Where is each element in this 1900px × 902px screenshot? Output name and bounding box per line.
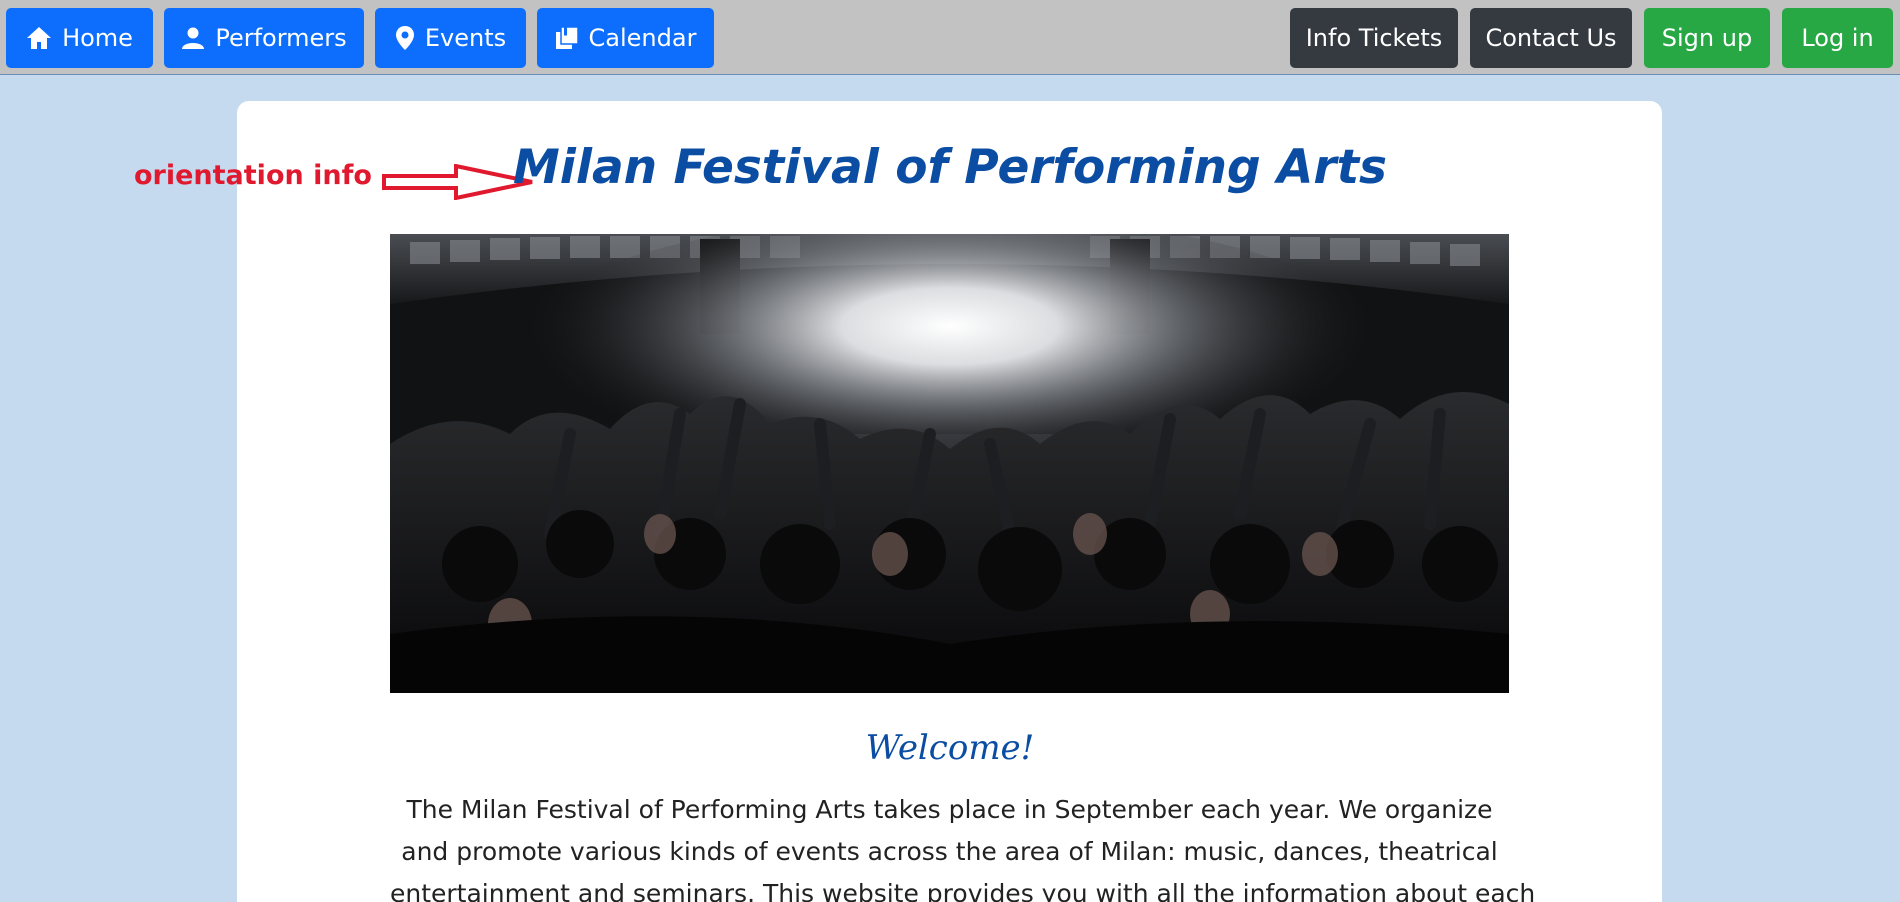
intro-line: and promote various kinds of events acro… [401, 837, 1498, 866]
person-icon [181, 26, 205, 50]
log-in-button[interactable]: Log in [1782, 8, 1893, 68]
home-icon [26, 26, 52, 50]
sign-up-label: Sign up [1661, 24, 1753, 52]
contact-us-button[interactable]: Contact Us [1470, 8, 1632, 68]
sign-up-button[interactable]: Sign up [1644, 8, 1770, 68]
top-navbar: Home Performers Events Calendar Info Tic… [0, 0, 1900, 75]
hero-image [390, 234, 1509, 693]
info-tickets-label: Info Tickets [1305, 24, 1443, 52]
contact-us-label: Contact Us [1485, 24, 1617, 52]
home-button-label: Home [62, 24, 133, 52]
page-title: Milan Festival of Performing Arts [512, 140, 1388, 195]
home-button[interactable]: Home [6, 8, 153, 68]
info-tickets-button[interactable]: Info Tickets [1290, 8, 1458, 68]
intro-paragraph: The Milan Festival of Performing Arts ta… [390, 789, 1536, 902]
calendar-button-label: Calendar [588, 24, 697, 52]
calendar-button[interactable]: Calendar [537, 8, 714, 68]
intro-line: The Milan Festival of Performing Arts ta… [406, 795, 1493, 824]
performers-button[interactable]: Performers [164, 8, 364, 68]
welcome-heading: Welcome! [865, 728, 1035, 768]
calendar-icon [555, 26, 579, 50]
intro-line: entertainment and seminars. This website… [390, 879, 1536, 902]
map-pin-icon [395, 25, 415, 51]
performers-button-label: Performers [215, 24, 347, 52]
events-button[interactable]: Events [375, 8, 526, 68]
events-button-label: Events [424, 24, 507, 52]
log-in-label: Log in [1801, 24, 1874, 52]
